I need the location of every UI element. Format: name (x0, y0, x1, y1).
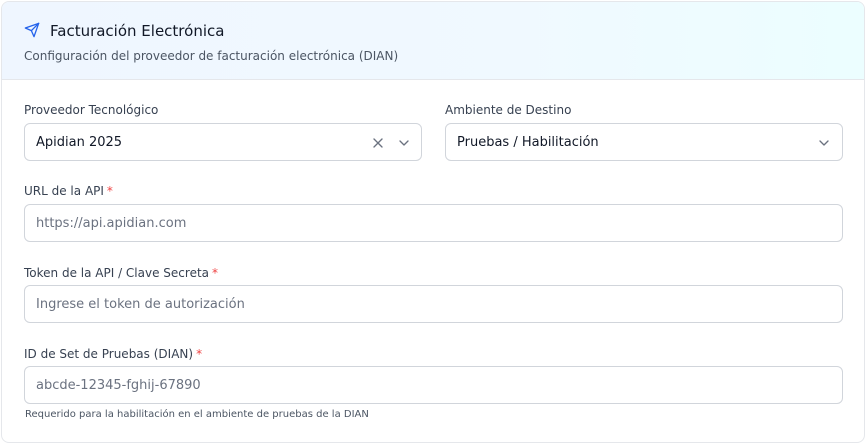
chevron-down-icon[interactable] (816, 135, 832, 151)
provider-label: Proveedor Tecnológico (24, 103, 159, 117)
test-set-id-field[interactable] (24, 366, 843, 404)
provider-select-value: Apidian 2025 (36, 135, 123, 150)
send-icon (24, 22, 40, 38)
card-header: Facturación Electrónica Configuración de… (2, 2, 864, 80)
required-mark: * (106, 184, 113, 198)
required-mark: * (196, 347, 203, 361)
environment-select-value: Pruebas / Habilitación (457, 135, 599, 150)
test-set-id-input[interactable] (25, 367, 842, 403)
api-token-label-text: Token de la API / Clave Secreta (24, 266, 210, 280)
test-set-id-hint: Requerido para la habilitación en el amb… (25, 409, 369, 420)
clear-icon[interactable] (370, 135, 386, 151)
page-subtitle: Configuración del proveedor de facturaci… (24, 49, 399, 63)
api-url-label-text: URL de la API (24, 184, 104, 198)
required-mark: * (212, 266, 219, 280)
api-url-field[interactable] (24, 204, 843, 242)
electronic-invoicing-card: Facturación Electrónica Configuración de… (1, 1, 865, 443)
test-set-id-label-text: ID de Set de Pruebas (DIAN) (24, 347, 194, 361)
environment-select[interactable]: Pruebas / Habilitación (445, 123, 843, 161)
api-url-label: URL de la API * (24, 183, 113, 199)
api-url-input[interactable] (25, 205, 842, 241)
api-token-field[interactable] (24, 285, 843, 323)
page-title: Facturación Electrónica (50, 22, 225, 40)
api-token-input[interactable] (25, 286, 842, 322)
provider-select[interactable]: Apidian 2025 (24, 123, 422, 161)
api-token-label: Token de la API / Clave Secreta * (24, 265, 218, 281)
test-set-id-label: ID de Set de Pruebas (DIAN) * (24, 346, 202, 362)
environment-label: Ambiente de Destino (445, 103, 572, 117)
chevron-down-icon[interactable] (396, 135, 412, 151)
